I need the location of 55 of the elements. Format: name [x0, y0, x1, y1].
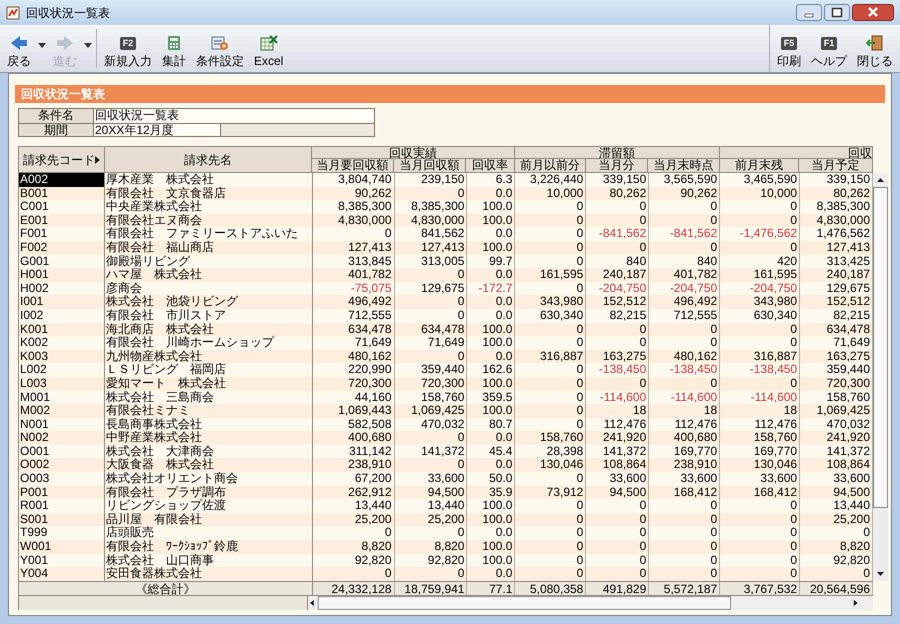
column-header[interactable]: 当月要回収額	[312, 159, 394, 172]
column-group-header: 回収	[720, 147, 872, 159]
column-header[interactable]: 前月末残	[720, 159, 800, 172]
section-header: 回収状況一覧表	[15, 85, 885, 103]
table-cell: 491,829	[586, 582, 650, 595]
calculator-icon	[167, 35, 181, 51]
spreadsheet-export-icon	[260, 35, 278, 51]
maximize-button[interactable]	[824, 4, 850, 21]
column-header[interactable]: 回収率	[466, 159, 514, 172]
condition-label: 条件名	[19, 109, 94, 122]
table-cell: 5,572,187	[649, 582, 720, 595]
close-button[interactable]	[852, 4, 894, 21]
back-arrow-icon	[10, 35, 28, 51]
column-header[interactable]: 当月回収額	[394, 159, 466, 172]
function-key-icon: F5	[780, 36, 798, 50]
dropdown-caret-icon[interactable]	[38, 43, 46, 48]
vertical-scrollbar[interactable]	[873, 173, 888, 581]
column-group-header: 回収実績	[312, 147, 514, 159]
function-key-icon: F1	[820, 36, 838, 50]
table-cell: 3,767,532	[720, 582, 800, 595]
table-cell: 20,564,596	[800, 582, 874, 595]
app-icon	[6, 6, 20, 20]
table-cell[interactable]: A002	[19, 173, 105, 187]
window-title: 回収状況一覧表	[26, 4, 110, 22]
column-header[interactable]: 請求先コード	[19, 147, 105, 172]
column-header[interactable]: 請求先名	[104, 147, 312, 172]
table-cell: 77.1	[467, 582, 516, 595]
toolbar-button[interactable]: F1 ヘルプ	[808, 25, 850, 72]
toolbar-button[interactable]: 閉じる	[854, 25, 896, 72]
toolbar-button[interactable]: 戻る	[4, 25, 34, 72]
table-cell: 5,080,358	[515, 582, 586, 595]
condition-label: 期間	[19, 124, 94, 136]
toolbar-button[interactable]: 条件設定	[193, 25, 247, 72]
column-header[interactable]: 前月以前分	[515, 159, 586, 172]
table-cell: 24,332,128	[312, 582, 395, 595]
column-header[interactable]: 当月予定	[799, 159, 872, 172]
toolbar-button[interactable]: F2 新規入力	[101, 25, 155, 72]
column-header[interactable]: 当月分	[586, 159, 648, 172]
exit-door-icon	[866, 35, 884, 51]
column-group-header: 滞留額	[515, 147, 719, 159]
total-label: 《総合計》	[19, 582, 313, 595]
sort-arrow-icon	[94, 156, 100, 164]
toolbar-button[interactable]: Excel	[251, 25, 286, 72]
minimize-button[interactable]	[796, 4, 822, 21]
condition-value: 20XX年12月度	[94, 124, 221, 136]
settings-icon	[211, 35, 229, 51]
function-key-icon: F2	[120, 36, 136, 50]
forward-arrow-icon	[56, 35, 74, 51]
condition-value: 回収状況一覧表	[94, 109, 374, 122]
dropdown-caret-icon[interactable]	[84, 43, 92, 48]
table-cell: 18,759,941	[394, 582, 468, 595]
horizontal-scrollbar[interactable]	[308, 596, 873, 610]
toolbar-button[interactable]: 集計	[159, 25, 189, 72]
column-header[interactable]: 当月末時点	[648, 159, 719, 172]
toolbar-button[interactable]: F5 印刷	[774, 25, 804, 72]
